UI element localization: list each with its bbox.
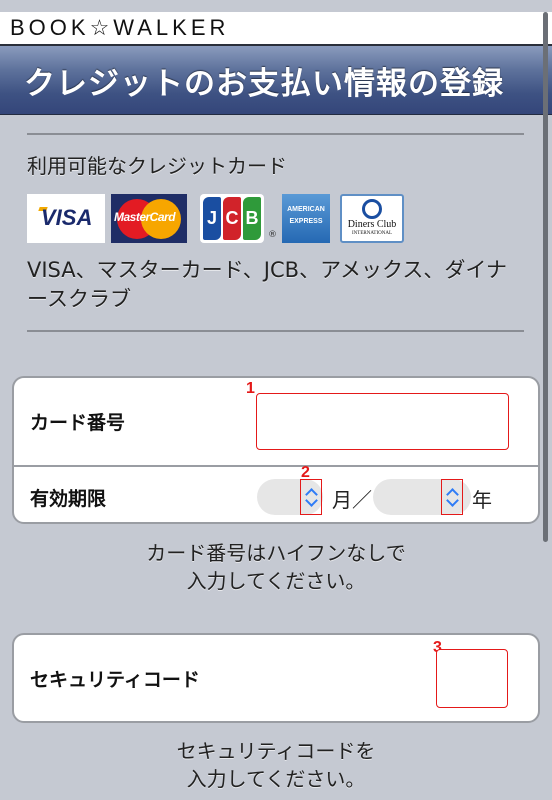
security-code-hint: セキュリティコードを 入力してください。 (0, 737, 552, 793)
amex-line1: AMERICAN (287, 206, 325, 213)
available-cards-description: VISA、マスターカード、JCB、アメックス、ダイナースクラブ (27, 258, 507, 311)
jcb-letter-c: C (223, 197, 241, 240)
divider (27, 330, 524, 332)
card-logos: VISA MasterCard J C B ® AMERICAN EXPRESS… (27, 194, 427, 244)
expiry-month-chevron-icon[interactable] (300, 479, 322, 515)
available-cards-label: 利用可能なクレジットカード (27, 154, 287, 178)
scrollbar[interactable] (543, 12, 548, 542)
card-number-hint: カード番号はハイフンなしで 入力してください。 (0, 539, 552, 595)
visa-logo-text: VISA (41, 205, 93, 230)
card-info-group: カード番号 1 有効期限 2 月／ 年 (12, 376, 540, 524)
amex-line2: EXPRESS (289, 218, 323, 225)
card-number-input[interactable] (256, 393, 509, 450)
mastercard-logo-icon: MasterCard (111, 194, 187, 243)
security-code-input[interactable] (436, 649, 508, 708)
bookwalker-logo[interactable]: BOOK☆WALKER (10, 15, 229, 41)
jcb-letter-b: B (243, 197, 261, 240)
brand-bar: BOOK☆WALKER (0, 12, 552, 46)
top-strip (0, 0, 552, 12)
title-bar: クレジットのお支払い情報の登録 (0, 46, 552, 115)
diners-line1: Diners Club (347, 219, 397, 230)
diners-club-logo-icon: Diners Club INTERNATIONAL (340, 194, 404, 243)
security-code-label: セキュリティコード (30, 669, 200, 691)
diners-line2: INTERNATIONAL (352, 231, 392, 236)
visa-logo-icon: VISA (27, 194, 105, 243)
card-number-label: カード番号 (30, 412, 126, 434)
mastercard-logo-text: MasterCard (114, 210, 176, 224)
security-code-hint-line1: セキュリティコードを (176, 739, 376, 763)
year-unit: 年 (472, 488, 492, 512)
jcb-logo-icon: J C B (200, 194, 264, 243)
row-divider (14, 465, 538, 467)
amex-logo-icon: AMERICAN EXPRESS (282, 194, 330, 243)
jcb-letter-j: J (203, 197, 221, 240)
expiry-year-chevron-icon[interactable] (441, 479, 463, 515)
annotation-1: 1 (246, 380, 255, 397)
registered-mark: ® (268, 230, 277, 240)
page-title: クレジットのお支払い情報の登録 (24, 66, 504, 102)
security-code-group: セキュリティコード 3 (12, 633, 540, 723)
card-number-hint-line2: 入力してください。 (186, 569, 366, 593)
divider (27, 133, 524, 135)
security-code-hint-line2: 入力してください。 (186, 767, 366, 791)
expiry-label: 有効期限 (30, 488, 107, 510)
card-number-hint-line1: カード番号はハイフンなしで (146, 541, 406, 565)
month-unit: 月／ (332, 488, 372, 512)
